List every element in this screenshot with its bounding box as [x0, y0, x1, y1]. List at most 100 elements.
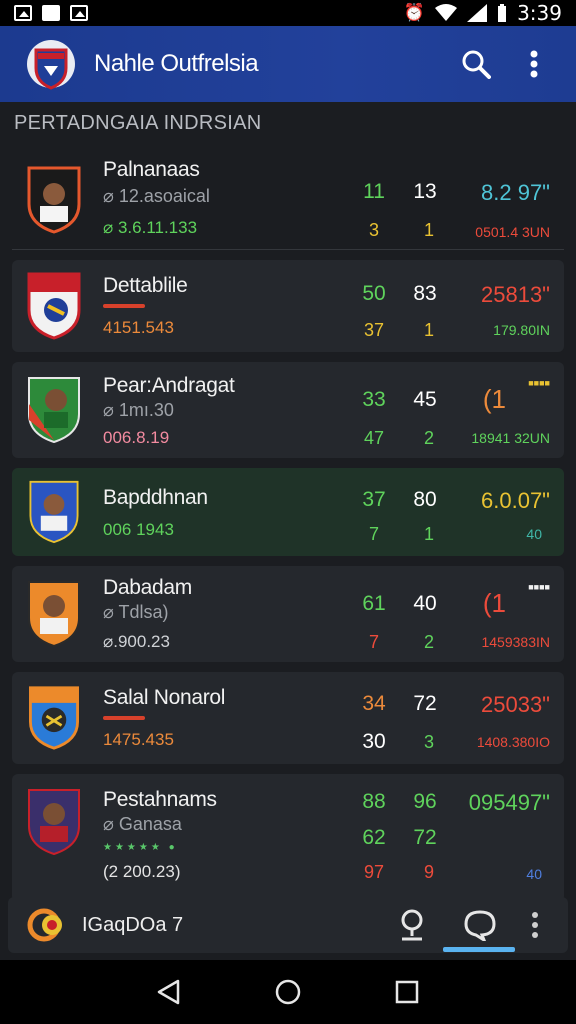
alarm-icon: ⏰	[403, 3, 426, 23]
stat-e: 97	[363, 862, 385, 882]
team-crest-icon	[28, 377, 80, 444]
stat-a: 88	[362, 790, 386, 813]
recents-square-icon	[395, 980, 418, 1004]
stat-a: 61	[362, 592, 386, 615]
team-subtitle: ⌀ 12.asoaical	[103, 186, 210, 206]
back-triangle-icon	[158, 979, 180, 1005]
stat-d: 3	[423, 732, 434, 752]
team-value: 6.0.07"	[481, 488, 550, 513]
team-crest-icon	[29, 686, 79, 750]
stat-d: 72	[413, 826, 437, 849]
stat-f: 9	[423, 862, 434, 882]
stat-c: 47	[363, 428, 385, 448]
section-title: PERTADNGAIA INDRSIAN	[14, 112, 262, 134]
club-logo-icon	[27, 40, 75, 90]
team-value-detail: 0501.4 3UN	[475, 224, 550, 240]
team-meta: 006 1943	[103, 520, 174, 539]
home-button[interactable]	[268, 972, 308, 1012]
stat-d: 2	[423, 428, 434, 448]
team-value-detail: 179.80IN	[493, 322, 550, 338]
more-options-button[interactable]	[520, 902, 550, 948]
app-bar: Nahle Outfrelsia	[0, 26, 576, 102]
team-value-detail: 40	[526, 526, 542, 542]
clock: 3:39	[517, 1, 562, 25]
photo-notification-icon	[70, 5, 88, 21]
list-item[interactable]: Dabadam ⌀ Tdlsa) ⌀.900.23 61 40 7 2 (1 ■…	[12, 566, 564, 662]
k-notification-icon	[42, 5, 60, 21]
list-item[interactable]: Dettablile 4151.543 50 83 37 1 25813" 17…	[12, 260, 564, 352]
rating-stars: ★★★★★ ●	[103, 842, 178, 853]
team-value-detail: 1459383IN	[481, 634, 550, 650]
app-badge-icon	[27, 908, 62, 942]
team-name: Pear:Andragat	[103, 374, 235, 397]
wifi-icon	[435, 4, 458, 21]
stat-b: 40	[413, 592, 437, 615]
stat-a: 11	[363, 180, 385, 203]
list-item[interactable]: Pear:Andragat ⌀ 1mı.30 006.8.19 33 45 47…	[12, 362, 564, 458]
team-value-detail: 1408.380IO	[476, 734, 550, 750]
team-crest-icon	[27, 166, 81, 234]
team-value: 25033"	[481, 692, 550, 717]
team-meta: 006.8.19	[103, 428, 170, 447]
search-button[interactable]	[456, 44, 496, 84]
team-crest-icon	[28, 581, 80, 648]
stat-d: 1	[423, 320, 434, 340]
team-value: (1	[482, 384, 506, 414]
team-value: (1	[482, 588, 506, 618]
stat-b: 80	[413, 488, 437, 511]
recents-button[interactable]	[387, 972, 427, 1012]
team-name: Dettablile	[103, 274, 188, 297]
status-bar: ⏰ 3:39	[0, 0, 576, 26]
stat-c: 30	[362, 730, 386, 753]
team-meta: 1475.435	[103, 730, 174, 749]
team-list: Palnanaas ⌀ 12.asoaical ⌀ 3.6.11.133 11 …	[12, 150, 564, 912]
team-name: Pestahnams	[103, 788, 217, 811]
signal-bars: ■■■■	[528, 582, 550, 592]
more-vert-icon	[530, 50, 538, 78]
accent-line	[103, 304, 145, 308]
signal-bars: ■■■■	[528, 378, 550, 388]
team-crest-icon	[29, 480, 79, 544]
overflow-menu-button[interactable]	[514, 44, 554, 84]
team-value-detail: 18941 32UN	[471, 430, 550, 446]
team-subtitle: ⌀ Tdlsa)	[103, 602, 169, 622]
bottom-bar: IGaqDOa⁠ 7	[8, 897, 568, 953]
team-name: Salal Nonarol	[103, 686, 226, 709]
accent-line	[103, 716, 145, 720]
stat-d: 2	[423, 632, 434, 652]
stat-b: 96	[413, 790, 437, 813]
stat-c: 3	[368, 220, 379, 240]
stat-d: 1	[423, 524, 434, 544]
search-icon	[462, 50, 491, 79]
stat-b: 83	[413, 282, 437, 305]
location-button[interactable]	[384, 902, 440, 948]
list-item[interactable]: Salal Nonarol 1475.435 34 72 30 3 25033"…	[12, 672, 564, 764]
stat-b: 45	[413, 388, 437, 411]
stat-b: 13	[413, 180, 437, 203]
back-button[interactable]	[149, 972, 189, 1012]
list-item[interactable]: Palnanaas ⌀ 12.asoaical ⌀ 3.6.11.133 11 …	[12, 150, 564, 250]
team-value: 095497"	[468, 790, 550, 815]
battery-icon	[498, 4, 507, 22]
team-meta: (2 200.23)	[103, 862, 181, 881]
team-value-detail: 40	[526, 866, 542, 882]
system-nav-bar	[0, 960, 576, 1024]
more-vert-icon	[532, 912, 538, 938]
chat-bubble-icon	[464, 910, 496, 941]
stat-a: 50	[362, 282, 386, 305]
stat-c: 7	[368, 632, 379, 652]
team-name: Palnanaas	[103, 158, 200, 181]
pin-icon	[401, 909, 423, 941]
stat-a: 34	[362, 692, 386, 715]
chat-button[interactable]	[443, 902, 515, 952]
stat-b: 72	[413, 692, 437, 715]
signal-icon	[467, 4, 488, 22]
bottom-bar-label: IGaqDOa⁠ 7	[82, 913, 184, 936]
team-name: Dabadam	[103, 576, 192, 599]
team-name: Bapddhnan	[103, 486, 208, 509]
stat-c: 62	[362, 826, 386, 849]
team-crest-icon	[27, 272, 81, 340]
list-item[interactable]: Bapddhnan 006 1943 37 80 7 1 6.0.07" 40	[12, 468, 564, 556]
team-subtitle: ⌀ Ganasa	[103, 814, 182, 834]
list-item[interactable]: Pestahnams ⌀ Ganasa ★★★★★ ● (2 200.23) 8…	[12, 774, 564, 902]
